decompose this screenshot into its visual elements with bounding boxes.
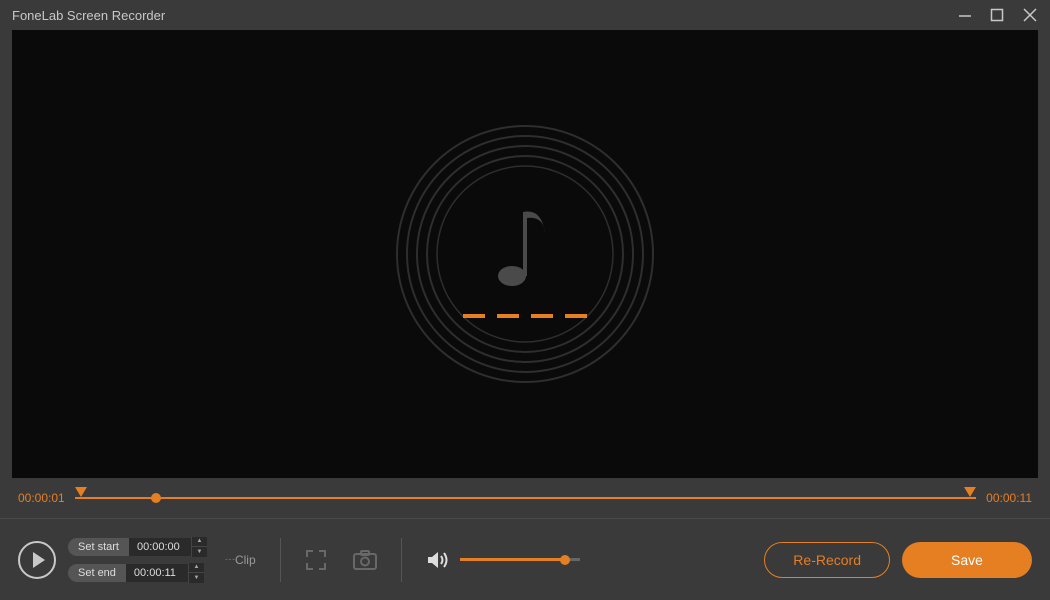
- minimize-button[interactable]: [958, 8, 972, 22]
- set-end-step-down[interactable]: ▼: [189, 573, 204, 583]
- screenshot-button[interactable]: [353, 550, 377, 570]
- titlebar: FoneLab Screen Recorder: [0, 0, 1050, 30]
- controls-bar: Set start 00:00:00 ▲ ▼ Set end 00:00:11 …: [0, 518, 1050, 600]
- volume-slider[interactable]: [460, 558, 580, 561]
- re-record-button[interactable]: Re-Record: [764, 542, 890, 578]
- volume-control: [426, 549, 580, 571]
- play-button[interactable]: [18, 541, 56, 579]
- volume-icon: [426, 549, 450, 571]
- set-end-value[interactable]: 00:00:11: [126, 564, 188, 582]
- scissors-icon: - - -: [225, 555, 234, 564]
- set-start-step-down[interactable]: ▼: [192, 547, 207, 557]
- clip-trim-group: Set start 00:00:00 ▲ ▼ Set end 00:00:11 …: [68, 537, 207, 583]
- timeline-track[interactable]: [75, 488, 976, 508]
- trim-start-handle[interactable]: [75, 487, 87, 497]
- set-end-stepper: ▲ ▼: [188, 563, 204, 583]
- set-end-step-up[interactable]: ▲: [189, 563, 204, 573]
- set-start-value[interactable]: 00:00:00: [129, 538, 191, 556]
- music-note-icon: [490, 194, 560, 294]
- set-start-button[interactable]: Set start: [68, 538, 129, 556]
- timeline-start-time: 00:00:01: [18, 491, 65, 505]
- close-button[interactable]: [1022, 7, 1038, 23]
- divider: [280, 538, 281, 582]
- clip-action[interactable]: - - - Clip: [225, 553, 256, 567]
- volume-button[interactable]: [426, 549, 450, 571]
- play-icon: [33, 552, 45, 568]
- volume-fill: [460, 558, 566, 561]
- audio-level-dashes: [463, 314, 587, 318]
- fullscreen-button[interactable]: [305, 549, 327, 571]
- maximize-button[interactable]: [990, 8, 1004, 22]
- trim-end-handle[interactable]: [964, 487, 976, 497]
- set-end-button[interactable]: Set end: [68, 564, 126, 582]
- camera-icon: [353, 550, 377, 570]
- fullscreen-icon: [305, 549, 327, 571]
- set-start-step-up[interactable]: ▲: [192, 537, 207, 547]
- set-start-stepper: ▲ ▼: [191, 537, 207, 557]
- app-title: FoneLab Screen Recorder: [12, 8, 165, 23]
- save-button[interactable]: Save: [902, 542, 1032, 578]
- divider: [401, 538, 402, 582]
- window-controls: [958, 7, 1038, 23]
- playhead[interactable]: [151, 493, 161, 503]
- preview-area: [12, 30, 1038, 478]
- timeline: 00:00:01 00:00:11: [0, 478, 1050, 518]
- volume-thumb[interactable]: [560, 555, 570, 565]
- timeline-end-time: 00:00:11: [986, 491, 1032, 505]
